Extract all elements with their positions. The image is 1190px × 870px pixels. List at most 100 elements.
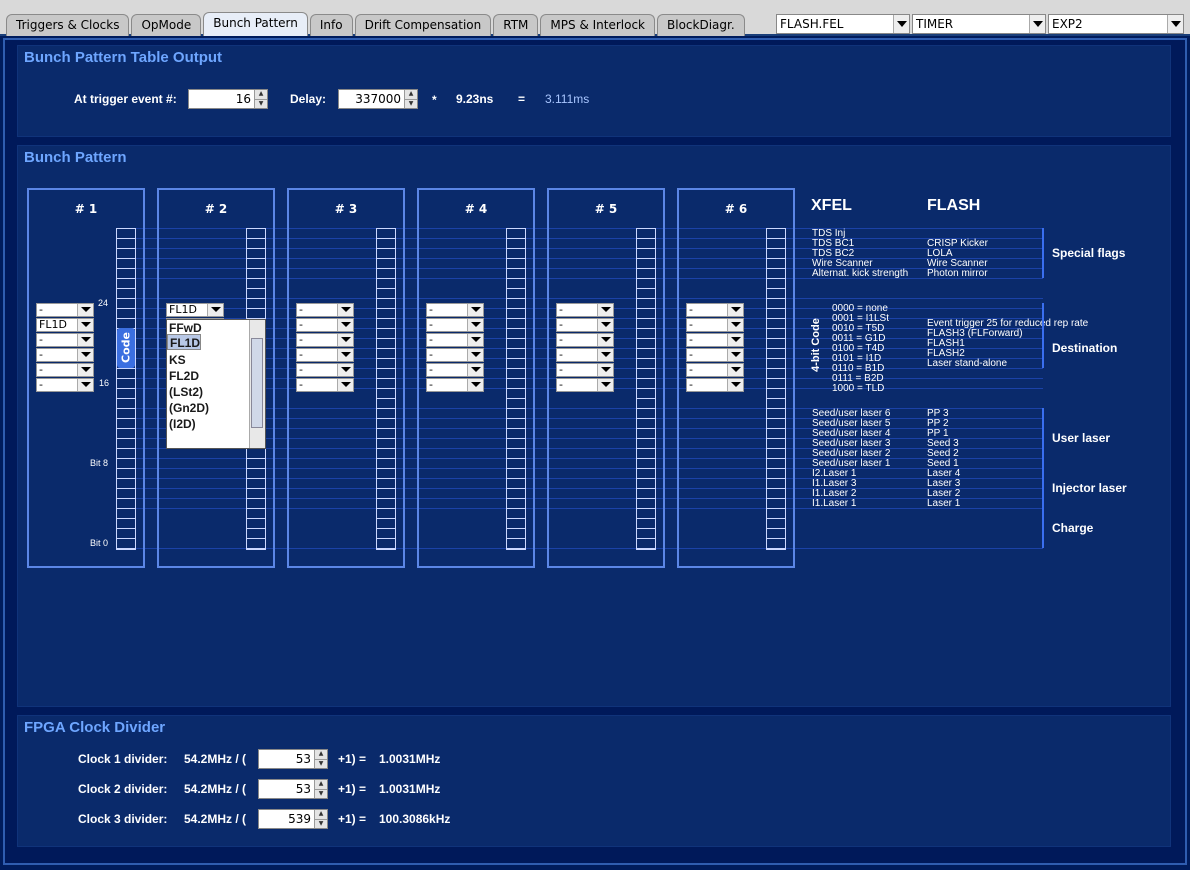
bit-cell[interactable] bbox=[117, 369, 135, 379]
tab-opmode[interactable]: OpMode bbox=[131, 14, 202, 36]
bit-cell[interactable] bbox=[767, 289, 785, 299]
bit-cell[interactable] bbox=[767, 379, 785, 389]
bit-cell[interactable] bbox=[377, 489, 395, 499]
bit-cell[interactable] bbox=[247, 249, 265, 259]
bit-cell[interactable] bbox=[767, 469, 785, 479]
bit-cell[interactable] bbox=[767, 239, 785, 249]
bit-cell[interactable] bbox=[507, 229, 525, 239]
bit-cell[interactable] bbox=[377, 229, 395, 239]
code-select[interactable]: - bbox=[426, 348, 484, 362]
bit-cell[interactable] bbox=[767, 399, 785, 409]
bit-cell[interactable] bbox=[767, 269, 785, 279]
bit-cell[interactable] bbox=[377, 299, 395, 309]
bit-cell[interactable] bbox=[507, 429, 525, 439]
bit-cell[interactable] bbox=[637, 459, 655, 469]
bit-cell[interactable] bbox=[767, 249, 785, 259]
bit-cell[interactable] bbox=[117, 289, 135, 299]
bit-cell[interactable] bbox=[377, 429, 395, 439]
bit-cell[interactable] bbox=[767, 299, 785, 309]
bit-cell[interactable] bbox=[247, 459, 265, 469]
bit-cell[interactable] bbox=[377, 389, 395, 399]
bit-cell[interactable] bbox=[507, 499, 525, 509]
bit-cell[interactable] bbox=[117, 249, 135, 259]
bit-cell[interactable] bbox=[637, 329, 655, 339]
bit-cell[interactable] bbox=[117, 499, 135, 509]
bit-cell[interactable] bbox=[507, 459, 525, 469]
bit-cell[interactable] bbox=[637, 359, 655, 369]
bit-cell[interactable] bbox=[507, 309, 525, 319]
bit-cell[interactable] bbox=[377, 449, 395, 459]
bit-cell[interactable] bbox=[637, 309, 655, 319]
bit-cell[interactable] bbox=[767, 319, 785, 329]
bit-cell[interactable] bbox=[507, 329, 525, 339]
bit-cell[interactable] bbox=[637, 289, 655, 299]
bit-cell[interactable] bbox=[767, 339, 785, 349]
delay-spinner[interactable]: 337000 ▲ ▼ bbox=[338, 89, 418, 109]
bit-cell[interactable] bbox=[507, 269, 525, 279]
bit-cell[interactable] bbox=[247, 259, 265, 269]
bit-cell[interactable] bbox=[117, 379, 135, 389]
bit-cell[interactable] bbox=[507, 399, 525, 409]
bit-cell[interactable] bbox=[507, 289, 525, 299]
code-select[interactable]: - bbox=[36, 333, 94, 347]
bit-cell[interactable] bbox=[377, 319, 395, 329]
server-select[interactable]: TIMER bbox=[912, 14, 1046, 34]
code-select[interactable]: - bbox=[556, 333, 614, 347]
clock-divider-spinner[interactable]: 53 ▲ ▼ bbox=[258, 749, 328, 769]
bit-cell[interactable] bbox=[767, 409, 785, 419]
bit-cell[interactable] bbox=[377, 359, 395, 369]
bit-cell[interactable] bbox=[377, 479, 395, 489]
bit-cell[interactable] bbox=[767, 499, 785, 509]
bit-cell[interactable] bbox=[247, 279, 265, 289]
code-select[interactable]: - bbox=[426, 303, 484, 317]
tab-triggers-clocks[interactable]: Triggers & Clocks bbox=[6, 14, 130, 36]
bit-cell[interactable] bbox=[507, 299, 525, 309]
bit-cell[interactable] bbox=[637, 229, 655, 239]
bit-cell[interactable] bbox=[767, 529, 785, 539]
code-select[interactable]: - bbox=[686, 378, 744, 392]
bit-cell[interactable] bbox=[637, 489, 655, 499]
code-select[interactable]: - bbox=[36, 303, 94, 317]
bit-cell[interactable] bbox=[767, 279, 785, 289]
bit-cell[interactable] bbox=[377, 369, 395, 379]
code-select[interactable]: - bbox=[686, 303, 744, 317]
code-select[interactable]: - bbox=[556, 348, 614, 362]
bit-cell[interactable] bbox=[637, 409, 655, 419]
bit-cell[interactable] bbox=[117, 239, 135, 249]
bit-cell[interactable] bbox=[767, 389, 785, 399]
bit-cell[interactable] bbox=[247, 229, 265, 239]
bit-cell[interactable] bbox=[637, 499, 655, 509]
bit-cell[interactable] bbox=[637, 399, 655, 409]
bit-cell[interactable] bbox=[637, 259, 655, 269]
bit-cell[interactable] bbox=[117, 479, 135, 489]
clock-divider-spinner[interactable]: 539 ▲ ▼ bbox=[258, 809, 328, 829]
bit-cell[interactable] bbox=[117, 539, 135, 549]
spin-down-icon[interactable]: ▼ bbox=[404, 99, 417, 108]
code-select[interactable]: - bbox=[686, 318, 744, 332]
bit-cell[interactable] bbox=[507, 379, 525, 389]
tab-bunch-pattern[interactable]: Bunch Pattern bbox=[203, 12, 308, 36]
bit-cell[interactable] bbox=[637, 389, 655, 399]
bit-cell[interactable] bbox=[507, 319, 525, 329]
bit-cell[interactable] bbox=[247, 529, 265, 539]
bit-cell[interactable] bbox=[117, 489, 135, 499]
bit-cell[interactable] bbox=[637, 539, 655, 549]
bit-cell[interactable] bbox=[377, 399, 395, 409]
bit-cell[interactable] bbox=[377, 439, 395, 449]
bit-cell[interactable] bbox=[117, 399, 135, 409]
bit-cell[interactable] bbox=[247, 519, 265, 529]
bit-cell[interactable] bbox=[377, 289, 395, 299]
code-select[interactable]: - bbox=[426, 333, 484, 347]
bit-cell[interactable] bbox=[507, 239, 525, 249]
code-select[interactable]: - bbox=[686, 333, 744, 347]
bit-cell[interactable] bbox=[507, 529, 525, 539]
bit-cell[interactable] bbox=[637, 529, 655, 539]
bit-cell[interactable] bbox=[507, 349, 525, 359]
spin-up-icon[interactable]: ▲ bbox=[254, 90, 267, 99]
bit-cell[interactable] bbox=[117, 389, 135, 399]
bit-cell[interactable] bbox=[117, 229, 135, 239]
bit-cell[interactable] bbox=[637, 249, 655, 259]
bit-cell[interactable] bbox=[377, 379, 395, 389]
bit-cell[interactable] bbox=[767, 459, 785, 469]
code-select[interactable]: - bbox=[556, 318, 614, 332]
